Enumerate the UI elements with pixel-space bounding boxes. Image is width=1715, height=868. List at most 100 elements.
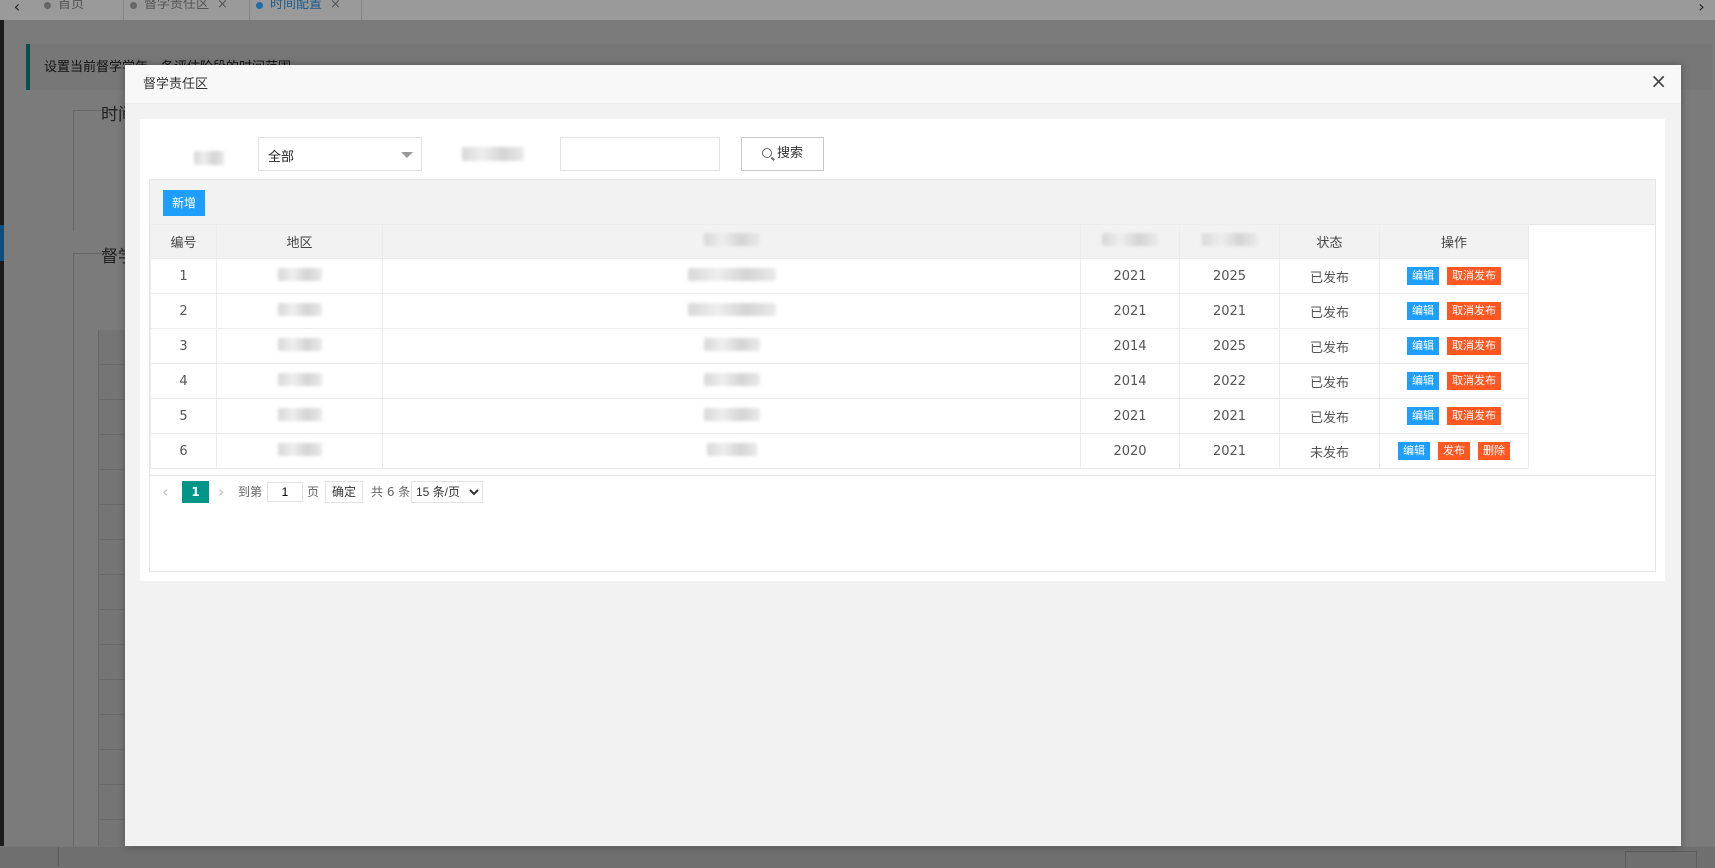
- tab-dot-icon: [130, 2, 137, 9]
- data-table-container: 新增 编号 地区 状态 操作 1 2021 2025 已发布 编辑 取消发布 2…: [149, 179, 1656, 572]
- cell-id: 2: [150, 293, 217, 329]
- page-size-select[interactable]: 15 条/页: [411, 481, 483, 503]
- goto-confirm-button[interactable]: 确定: [325, 481, 363, 503]
- cell-end-year: 2025: [1179, 328, 1280, 364]
- pagination: ‹ 1 › 到第 页 确定 共 6 条 15 条/页: [150, 475, 1655, 508]
- edit-button[interactable]: 编辑: [1407, 372, 1439, 390]
- cell-name-redacted: [382, 433, 1081, 469]
- goto-page-input[interactable]: [267, 482, 303, 502]
- col-header-redacted[interactable]: [1080, 224, 1180, 259]
- filter-label-redacted: [440, 137, 560, 171]
- edit-button[interactable]: 编辑: [1398, 442, 1430, 460]
- delete-button[interactable]: 删除: [1478, 442, 1510, 460]
- cell-name-redacted: [382, 258, 1081, 294]
- table-header-row: 编号 地区 状态 操作: [150, 224, 1529, 259]
- unpublish-button[interactable]: 取消发布: [1447, 372, 1501, 390]
- edit-button[interactable]: 编辑: [1407, 267, 1439, 285]
- table-row: 3 2014 2025 已发布 编辑 取消发布: [150, 328, 1529, 364]
- goto-label: 到第: [238, 485, 263, 499]
- cell-end-year: 2021: [1179, 433, 1280, 469]
- unpublish-button[interactable]: 取消发布: [1447, 267, 1501, 285]
- dialog-body: 全部 搜索 新增 编号 地区 状态 操作 1 2021 2025 已发布 编辑 …: [140, 119, 1665, 581]
- cell-id: 3: [150, 328, 217, 364]
- search-button-label: 搜索: [776, 146, 803, 161]
- keyword-input[interactable]: [560, 137, 720, 171]
- cell-region-redacted: [216, 328, 383, 364]
- prev-page-icon[interactable]: ‹: [162, 481, 168, 503]
- region-select-value: 全部: [268, 150, 295, 165]
- page-unit-label: 页: [307, 485, 320, 499]
- cell-start-year: 2014: [1080, 363, 1180, 399]
- cell-actions: 编辑 发布 删除: [1379, 433, 1529, 469]
- table-row: 6 2020 2021 未发布 编辑 发布 删除: [150, 433, 1529, 469]
- dialog-title: 督学责任区: [143, 77, 209, 92]
- col-header-status[interactable]: 状态: [1279, 224, 1380, 259]
- edit-button[interactable]: 编辑: [1407, 302, 1439, 320]
- next-page-icon[interactable]: ›: [218, 481, 224, 503]
- table-toolbar: 新增: [150, 180, 1655, 225]
- dialog-header: 督学责任区 ×: [125, 65, 1681, 104]
- cell-status: 已发布: [1279, 363, 1380, 399]
- unpublish-button[interactable]: 取消发布: [1447, 302, 1501, 320]
- cell-region-redacted: [216, 433, 383, 469]
- cell-start-year: 2021: [1080, 398, 1180, 434]
- col-header-actions: 操作: [1379, 224, 1529, 259]
- cell-end-year: 2022: [1179, 363, 1280, 399]
- edit-button[interactable]: 编辑: [1407, 337, 1439, 355]
- close-icon[interactable]: ×: [1650, 71, 1667, 91]
- cell-name-redacted: [382, 328, 1081, 364]
- tab-dot-icon: [256, 2, 263, 9]
- add-button[interactable]: 新增: [163, 190, 205, 216]
- col-header-redacted[interactable]: [382, 224, 1081, 259]
- cell-start-year: 2020: [1080, 433, 1180, 469]
- cell-name-redacted: [382, 293, 1081, 329]
- cell-actions: 编辑 取消发布: [1379, 398, 1529, 434]
- tab-close-icon[interactable]: ×: [217, 0, 228, 12]
- publish-button[interactable]: 发布: [1438, 442, 1470, 460]
- col-header-id[interactable]: 编号: [150, 224, 217, 259]
- cell-status: 已发布: [1279, 398, 1380, 434]
- unpublish-button[interactable]: 取消发布: [1447, 407, 1501, 425]
- edit-button[interactable]: 编辑: [1407, 407, 1439, 425]
- tab-bar: ‹ 首页 督学责任区 × 时间配置 ×: [0, 0, 1715, 20]
- tab-dot-icon: [44, 2, 51, 9]
- cell-end-year: 2021: [1179, 398, 1280, 434]
- region-select[interactable]: 全部: [258, 137, 422, 171]
- cell-status: 未发布: [1279, 433, 1380, 469]
- tab-time-config[interactable]: 时间配置 ×: [250, 0, 362, 20]
- col-header-region[interactable]: 地区: [216, 224, 383, 259]
- table-row: 1 2021 2025 已发布 编辑 取消发布: [150, 258, 1529, 294]
- cell-id: 4: [150, 363, 217, 399]
- search-icon: [761, 148, 772, 158]
- responsibility-area-dialog: 督学责任区 × 全部 搜索 新增 编号 地区 状态 操作 1 2021 2025…: [125, 65, 1681, 846]
- bottom-bar: [0, 846, 1715, 868]
- cell-name-redacted: [382, 398, 1081, 434]
- cell-end-year: 2021: [1179, 293, 1280, 329]
- tab-label: 时间配置: [270, 0, 323, 12]
- cell-region-redacted: [216, 398, 383, 434]
- cell-status: 已发布: [1279, 328, 1380, 364]
- tab-home[interactable]: 首页: [38, 0, 124, 20]
- tab-scroll-right-icon[interactable]: ›: [1688, 0, 1715, 20]
- cell-actions: 编辑 取消发布: [1379, 328, 1529, 364]
- cell-start-year: 2021: [1080, 293, 1180, 329]
- search-button[interactable]: 搜索: [741, 137, 824, 171]
- table-row: 4 2014 2022 已发布 编辑 取消发布: [150, 363, 1529, 399]
- unpublish-button[interactable]: 取消发布: [1447, 337, 1501, 355]
- tab-label: 督学责任区: [144, 0, 210, 12]
- cell-region-redacted: [216, 258, 383, 294]
- tab-responsibility-area[interactable]: 督学责任区 ×: [124, 0, 250, 20]
- cell-start-year: 2014: [1080, 328, 1180, 364]
- col-header-redacted[interactable]: [1179, 224, 1280, 259]
- caret-down-icon: [401, 152, 413, 158]
- cell-start-year: 2021: [1080, 258, 1180, 294]
- cell-name-redacted: [382, 363, 1081, 399]
- cell-actions: 编辑 取消发布: [1379, 293, 1529, 329]
- tab-scroll-left-icon[interactable]: ‹: [0, 0, 34, 20]
- tab-close-icon[interactable]: ×: [330, 0, 341, 12]
- cell-actions: 编辑 取消发布: [1379, 258, 1529, 294]
- cell-id: 5: [150, 398, 217, 434]
- table-row: 2 2021 2021 已发布 编辑 取消发布: [150, 293, 1529, 329]
- filter-label-redacted: [162, 141, 254, 181]
- page-1-button[interactable]: 1: [182, 481, 209, 503]
